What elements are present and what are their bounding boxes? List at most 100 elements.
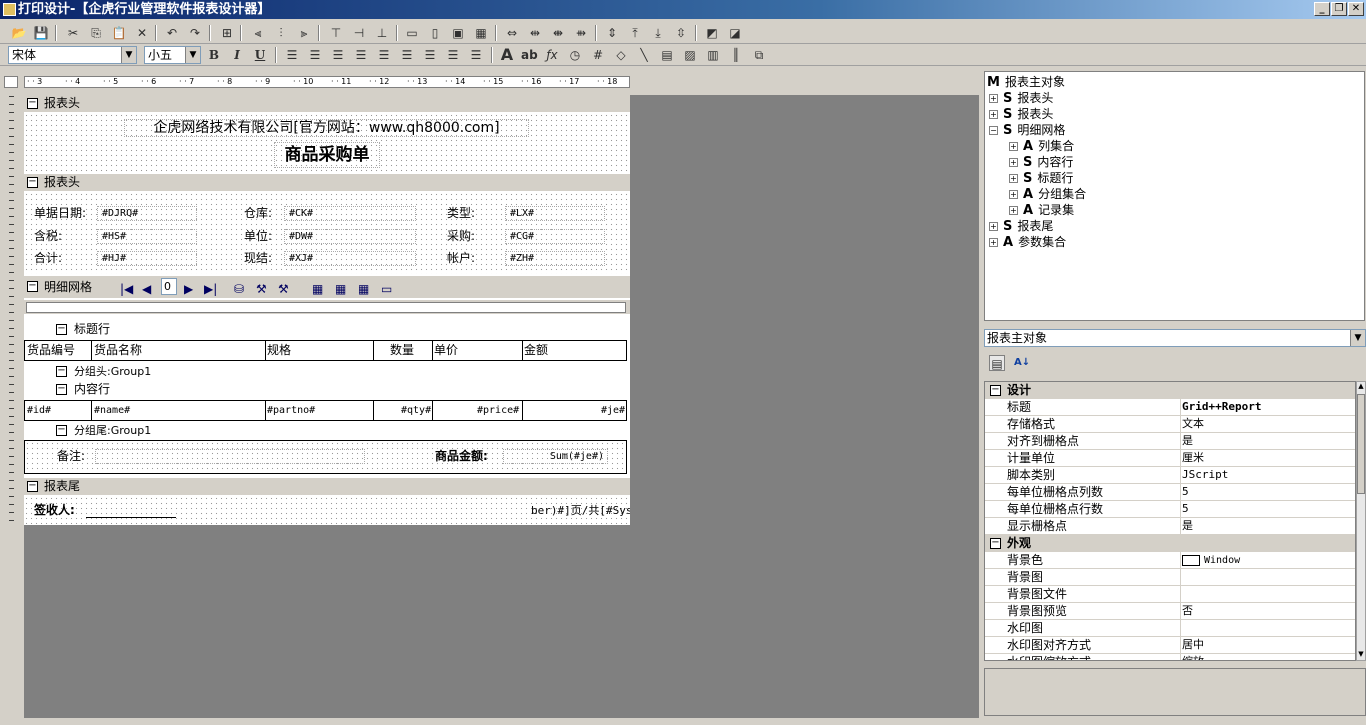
content-cell[interactable]: #je# [601,403,625,418]
minimize-button[interactable]: _ [1314,2,1330,16]
chevron-down-icon[interactable]: ▼ [1350,330,1365,346]
same-width-icon[interactable]: ▭ [404,25,420,41]
bold-button[interactable]: B [206,47,222,63]
property-row[interactable]: 背景图 [985,569,1355,586]
paste-icon[interactable]: 📋 [111,25,127,41]
field-cash[interactable]: #XJ# [284,251,416,266]
collapse-icon[interactable]: − [27,98,38,109]
property-scrollbar[interactable]: ▲ ▼ [1356,381,1366,661]
bring-front-icon[interactable]: ◩ [704,25,720,41]
text-align-bottom-icon[interactable]: ☰ [422,47,438,63]
property-value[interactable]: JScript [1182,467,1228,483]
band-report-header-1[interactable]: − 报表头 [24,95,630,112]
property-category[interactable]: − 设计 [985,382,1355,399]
property-value[interactable]: 5 [1182,501,1189,517]
band-detail-grid[interactable]: − 明细网格 |◀ ◀ 0 ▶ ▶| ⛁ ⚒ ⚒ ▦ ▦ ▦ ▭ [24,276,630,298]
tree-node[interactable]: + A 参数集合 [989,234,1066,250]
property-row[interactable]: 水印图 [985,620,1355,637]
vspace-equal-icon[interactable]: ⇕ [604,25,620,41]
grid-icon-3[interactable]: ▦ [358,278,369,300]
property-value[interactable]: 5 [1182,484,1189,500]
property-row[interactable]: 标题 Grid++Report [985,399,1355,416]
prev-page-icon[interactable]: ◀ [142,278,151,300]
hspace-equal-icon[interactable]: ⇔ [504,25,520,41]
field-account[interactable]: #ZH# [505,251,605,266]
band-content-row[interactable]: − 内容行 [24,381,630,398]
page-number-tool-icon[interactable]: # [590,47,606,63]
grid-icon-1[interactable]: ▦ [312,278,323,300]
align-left-icon[interactable]: ⫷ [250,25,266,41]
property-row[interactable]: 显示栅格点 是 [985,518,1355,535]
alphabetical-sort-icon[interactable]: A↓ [1014,355,1030,371]
expand-icon[interactable]: + [989,94,998,103]
text-align-justify-icon[interactable]: ☰ [376,47,392,63]
property-value[interactable]: Window [1182,552,1240,569]
collapse-icon[interactable]: − [27,177,38,188]
remark-field[interactable] [95,449,365,464]
collapse-icon[interactable]: − [989,126,998,135]
property-row[interactable]: 存储格式 文本 [985,416,1355,433]
tree-node[interactable]: + A 列集合 [1009,138,1074,154]
tree-node[interactable]: + S 报表头 [989,106,1053,122]
app-icon[interactable] [3,3,16,16]
same-height-icon[interactable]: ▯ [427,25,443,41]
property-row[interactable]: 背景色 Window [985,552,1355,569]
text-align-distributed-icon[interactable]: ☰ [445,47,461,63]
property-row[interactable]: 脚本类别 JScript [985,467,1355,484]
tree-node[interactable]: − S 明细网格 [989,122,1065,138]
tree-node[interactable]: + A 分组集合 [1009,186,1086,202]
line-tool-icon[interactable]: ╲ [636,47,652,63]
field-type[interactable]: #LX# [505,206,605,221]
label-account[interactable]: 帐户: [447,251,475,266]
font-size-select[interactable]: 小五 ▼ [144,46,201,64]
categorized-icon[interactable]: ▤ [989,355,1005,371]
collapse-icon[interactable]: − [27,281,38,292]
column-header[interactable]: 货品编号 [27,343,75,358]
property-value[interactable]: 是 [1182,518,1193,534]
open-icon[interactable]: 📂 [11,25,27,41]
property-value[interactable]: 厘米 [1182,450,1204,466]
field-box-tool-icon[interactable]: ab [521,47,538,63]
align-center-icon[interactable]: ⫶ [273,25,289,41]
property-value[interactable]: 居中 [1182,637,1204,653]
next-page-icon[interactable]: ▶ [184,278,193,300]
column-header[interactable]: 规格 [267,343,291,358]
band-report-footer[interactable]: − 报表尾 [24,478,630,495]
picture-tool-icon[interactable]: ▨ [682,47,698,63]
amount-label[interactable]: 商品金额: [435,449,488,464]
last-page-icon[interactable]: ▶| [204,278,217,300]
property-row[interactable]: 计量单位 厘米 [985,450,1355,467]
remark-label[interactable]: 备注: [57,449,85,464]
static-text-tool-icon[interactable]: A [499,47,515,63]
expand-icon[interactable]: + [1009,158,1018,167]
send-back-icon[interactable]: ◪ [727,25,743,41]
vspace-decrease-icon[interactable]: ⤓ [650,25,666,41]
band-group-footer[interactable]: − 分组尾:Group1 [24,422,630,439]
label-type[interactable]: 类型: [447,206,475,221]
collapse-icon[interactable]: − [56,384,67,395]
property-row[interactable]: 背景图文件 [985,586,1355,603]
property-value[interactable]: Grid++Report [1182,399,1261,415]
collapse-icon[interactable]: − [56,366,67,377]
delete-icon[interactable]: ✕ [134,25,150,41]
tree-node[interactable]: + S 内容行 [1009,154,1073,170]
field-purchaser[interactable]: #CG# [505,229,605,244]
field-total[interactable]: #HJ# [97,251,197,266]
text-align-full-icon[interactable]: ☰ [468,47,484,63]
restore-button[interactable]: ❐ [1331,2,1347,16]
hspace-increase-icon[interactable]: ⇹ [527,25,543,41]
first-page-icon[interactable]: |◀ [120,278,133,300]
field-bill-date[interactable]: #DJRQ# [97,206,197,221]
text-align-right-icon[interactable]: ☰ [330,47,346,63]
property-row[interactable]: 背景图预览 否 [985,603,1355,620]
collapse-icon[interactable]: − [990,538,1001,549]
property-row[interactable]: 对齐到栅格点 是 [985,433,1355,450]
collapse-icon[interactable]: − [990,385,1001,396]
undo-icon[interactable]: ↶ [164,25,180,41]
tree-root[interactable]: M 报表主对象 [987,74,1065,90]
richtext-tool-icon[interactable]: ▤ [659,47,675,63]
field-warehouse[interactable]: #CK# [284,206,416,221]
column-header[interactable]: 数量 [390,343,414,358]
label-warehouse[interactable]: 仓库: [244,206,272,221]
hspace-decrease-icon[interactable]: ⇼ [550,25,566,41]
